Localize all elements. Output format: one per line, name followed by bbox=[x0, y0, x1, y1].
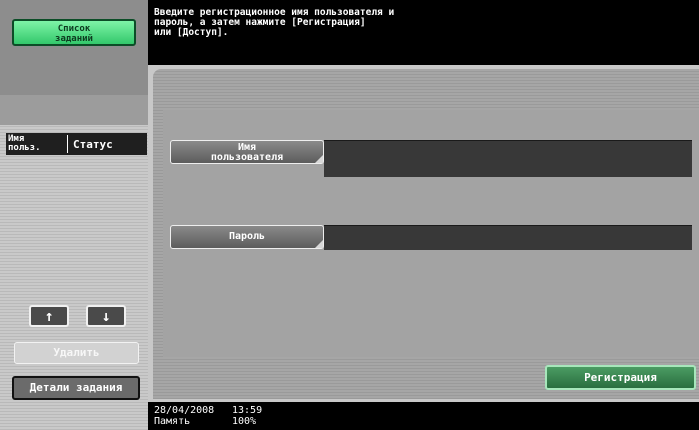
password-button[interactable]: Пароль bbox=[170, 225, 324, 249]
status-time: 13:59 bbox=[232, 405, 263, 416]
username-label: Имя пользователя bbox=[210, 142, 284, 163]
column-user: Имя польз. bbox=[8, 134, 41, 153]
left-panel-divider bbox=[0, 95, 148, 125]
job-details-button[interactable]: Детали задания bbox=[12, 376, 140, 400]
job-list-button[interactable]: Список заданий bbox=[12, 19, 136, 46]
password-label: Пароль bbox=[228, 231, 266, 242]
scroll-down-button[interactable]: ↓ bbox=[86, 305, 126, 327]
memory-label: Память bbox=[154, 416, 191, 427]
register-button[interactable]: Регистрация bbox=[545, 365, 696, 390]
scroll-up-button[interactable]: ↑ bbox=[29, 305, 69, 327]
job-list-header: Имя польз. Статус bbox=[6, 133, 147, 155]
column-separator bbox=[67, 135, 68, 153]
status-bar: 28/04/2008 13:59 Память 100% bbox=[148, 402, 699, 430]
password-field[interactable] bbox=[324, 225, 692, 250]
instruction-message: Введите регистрационное имя пользователя… bbox=[148, 0, 699, 65]
login-screen: Список заданий Имя польз. Статус ↑ ↓ Уда… bbox=[0, 0, 699, 430]
username-button[interactable]: Имя пользователя bbox=[170, 140, 324, 164]
status-date: 28/04/2008 bbox=[154, 405, 215, 416]
delete-button[interactable]: Удалить bbox=[14, 342, 139, 364]
arrow-up-icon: ↑ bbox=[44, 307, 54, 325]
username-field[interactable] bbox=[324, 140, 692, 177]
left-panel-top bbox=[0, 0, 148, 95]
arrow-down-icon: ↓ bbox=[101, 307, 111, 325]
memory-value: 100% bbox=[232, 416, 257, 427]
column-status: Статус bbox=[73, 138, 113, 151]
